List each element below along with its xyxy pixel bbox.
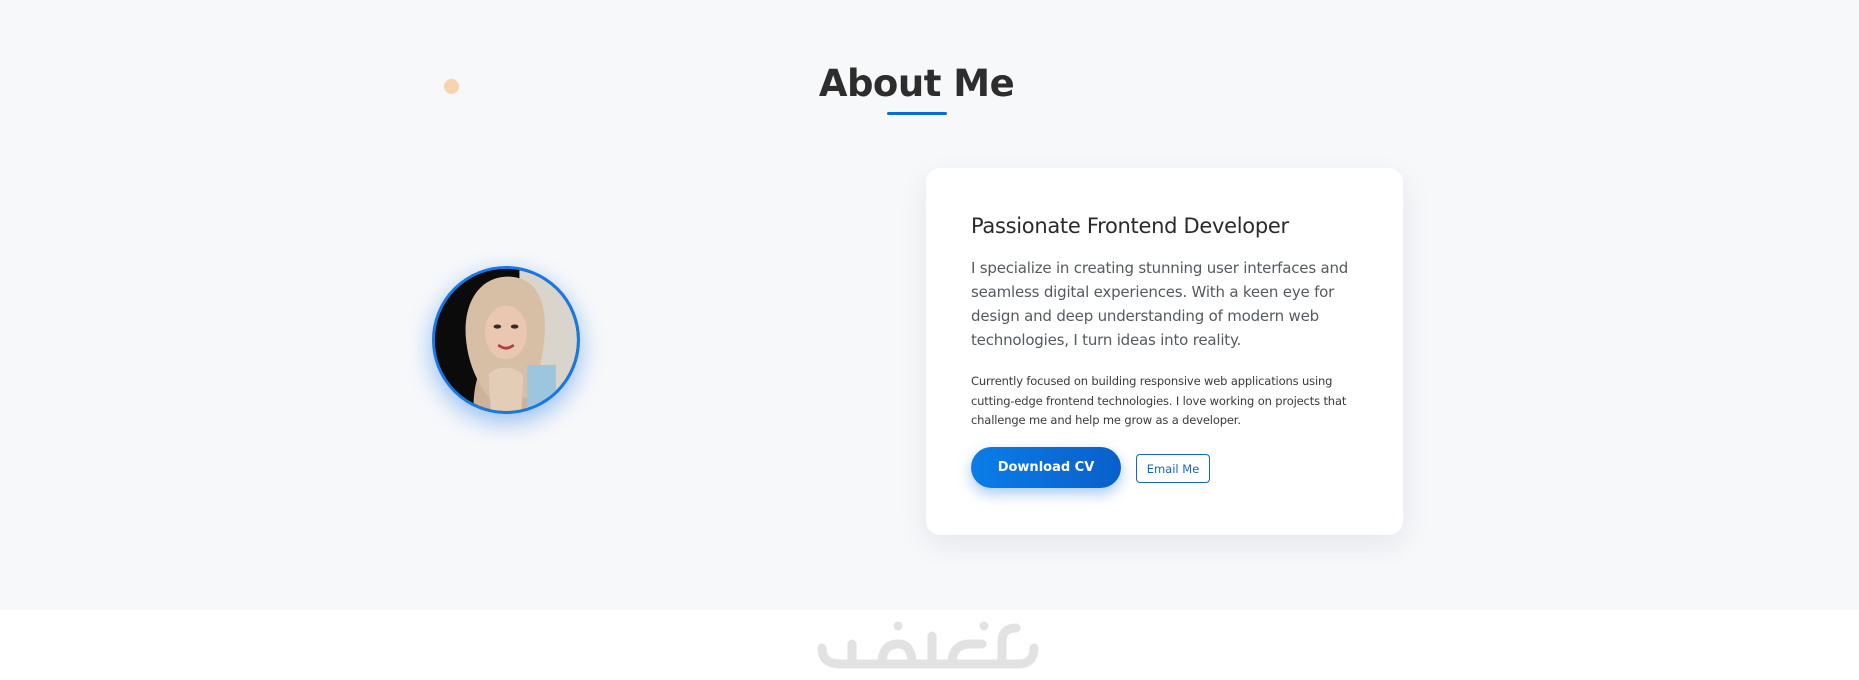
section-title: About Me [818, 62, 1015, 105]
avatar [432, 266, 580, 414]
card-body-paragraph: Currently focused on building responsive… [971, 374, 1347, 427]
card-lead-paragraph: I specialize in creating stunning user i… [971, 259, 1349, 349]
card-heading: Passionate Frontend Developer [971, 214, 1289, 238]
about-section: About Me Passionate Frontend Developer I… [0, 0, 1859, 610]
khamsat-logo-watermark [817, 621, 1039, 669]
avatar-portrait-image [435, 269, 577, 411]
about-card: Passionate Frontend Developer I speciali… [926, 168, 1403, 535]
title-underline [887, 112, 947, 115]
email-me-button[interactable]: Email Me [1136, 454, 1210, 483]
download-cv-button[interactable]: Download CV [971, 447, 1121, 488]
